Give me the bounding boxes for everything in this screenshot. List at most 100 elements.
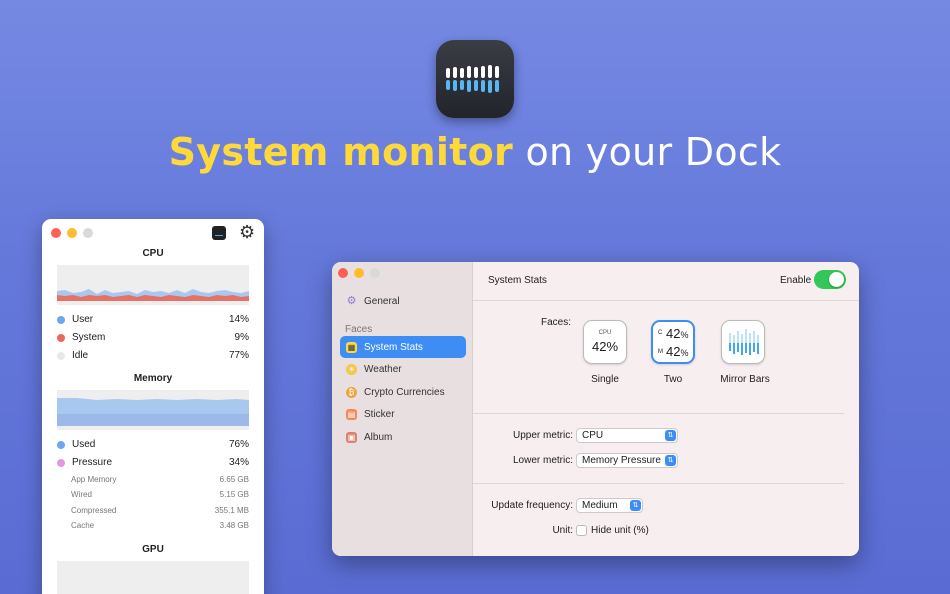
sidebar-item-weather[interactable]: ☀ Weather (340, 358, 466, 380)
c-value: 42 (666, 326, 681, 341)
memory-sub-row: Compressed 355.1 MB (71, 506, 249, 515)
bitcoin-icon: ₿ (346, 386, 357, 398)
legend-value: 9% (234, 332, 249, 343)
content-pane: System Stats Enable Faces: CPU 42% Singl… (473, 262, 859, 556)
chevron-updown-icon: ⇅ (665, 430, 676, 441)
sidebar-item-label: Weather (364, 363, 402, 375)
sub-value: 6.65 GB (219, 475, 249, 484)
memory-graph (57, 390, 249, 430)
hide-unit-label[interactable]: Hide unit (%) (591, 525, 649, 536)
headline-accent: System monitor (168, 130, 514, 174)
chart-icon: ▦ (346, 341, 357, 353)
c-unit: % (680, 330, 689, 340)
sub-label: App Memory (71, 475, 117, 484)
photo-icon: ▣ (346, 431, 357, 443)
legend-value: 14% (228, 314, 249, 325)
face-two[interactable]: C 42% M 42% (651, 320, 695, 364)
face-two-caption: Two (663, 374, 683, 385)
unit-label: Unit: (552, 525, 573, 536)
sidebar-item-general[interactable]: ⚙ General (340, 290, 466, 312)
update-frequency-select[interactable]: Medium ⇅ (576, 498, 643, 513)
sidebar-item-crypto[interactable]: ₿ Crypto Currencies (340, 381, 466, 403)
minimize-button[interactable] (67, 228, 77, 238)
sidebar-item-sticker[interactable]: ▤ Sticker (340, 403, 466, 425)
minimize-button[interactable] (354, 268, 364, 278)
gear-icon[interactable]: ⚙ (239, 223, 255, 241)
sub-value: 3.48 GB (219, 521, 249, 530)
face-single[interactable]: CPU 42% (583, 320, 627, 364)
legend-label: Idle (72, 350, 89, 361)
sidebar-item-album[interactable]: ▣ Album (340, 426, 466, 448)
m-label: M (658, 349, 663, 355)
select-value: Memory Pressure (582, 455, 661, 466)
app-icon (436, 40, 514, 118)
cpu-user-row: User 14% (57, 314, 249, 325)
close-button[interactable] (338, 268, 348, 278)
sidebar-section-label: Faces (345, 324, 373, 335)
sub-label: Wired (71, 490, 92, 499)
sidebar-item-label: System Stats (364, 341, 423, 353)
legend-label: Used (72, 439, 96, 450)
activity-icon[interactable] (212, 226, 226, 240)
legend-value: 76% (228, 439, 249, 450)
sidebar-item-label: Crypto Currencies (364, 386, 445, 398)
select-value: Medium (582, 500, 618, 511)
m-value: 42 (666, 344, 681, 359)
page-title: System Stats (488, 275, 547, 286)
bars-icon (446, 65, 499, 93)
mirror-bars-icon (729, 329, 759, 355)
gpu-graph (57, 561, 249, 594)
cpu-graph (57, 265, 249, 305)
upper-metric-label: Upper metric: (512, 430, 573, 441)
lower-metric-label: Lower metric: (512, 455, 573, 466)
memory-title: Memory (133, 373, 173, 384)
c-label: C (658, 330, 663, 336)
chevron-updown-icon: ⇅ (630, 500, 641, 511)
legend-value: 77% (228, 350, 249, 361)
section-divider (473, 483, 844, 484)
lower-metric-select[interactable]: Memory Pressure ⇅ (576, 453, 678, 468)
toggle-knob (829, 272, 844, 287)
sub-value: 5.15 GB (219, 490, 249, 499)
preferences-window: ⚙ General Faces ▦ System Stats ☀ Weather ₿ C… (332, 262, 859, 556)
sun-icon: ☀ (346, 363, 357, 375)
sub-value: 355.1 MB (214, 506, 249, 515)
face-mirror-bars[interactable] (721, 320, 765, 364)
sidebar-item-system-stats[interactable]: ▦ System Stats (340, 336, 466, 358)
m-unit: % (680, 348, 689, 358)
memory-pressure-row: Pressure 34% (57, 457, 249, 468)
gpu-title: GPU (142, 544, 164, 555)
headline: System monitor on your Dock (0, 130, 950, 174)
sticker-icon: ▤ (346, 408, 357, 420)
face-mirror-caption: Mirror Bars (720, 374, 770, 385)
gear-icon: ⚙ (346, 294, 357, 307)
zoom-button[interactable] (83, 228, 93, 238)
cpu-system-row: System 9% (57, 332, 249, 343)
zoom-button[interactable] (370, 268, 380, 278)
close-button[interactable] (51, 228, 61, 238)
update-frequency-label: Update frequency: (491, 500, 573, 511)
hide-unit-checkbox[interactable] (576, 525, 587, 536)
chevron-updown-icon: ⇅ (665, 455, 676, 466)
select-value: CPU (582, 430, 604, 441)
memory-sub-row: Cache 3.48 GB (71, 521, 249, 530)
sidebar: ⚙ General Faces ▦ System Stats ☀ Weather ₿ C… (332, 262, 473, 556)
cpu-title: CPU (142, 248, 164, 259)
enable-label: Enable (780, 275, 812, 286)
legend-label: Pressure (72, 457, 113, 468)
upper-metric-select[interactable]: CPU ⇅ (576, 428, 678, 443)
legend-label: System (72, 332, 106, 343)
headline-rest: on your Dock (513, 130, 782, 174)
header-divider (473, 300, 859, 301)
window-controls (51, 228, 93, 238)
stats-window: ⚙ CPU User 14% System 9% Idle 77% Memory Us… (42, 219, 264, 594)
enable-toggle[interactable] (814, 270, 846, 289)
face-value: 42% (591, 339, 619, 354)
sidebar-item-label: Album (364, 431, 393, 443)
section-divider (473, 413, 844, 414)
face-top-label: CPU (598, 330, 612, 336)
legend-label: User (72, 314, 94, 325)
memory-sub-row: App Memory 6.65 GB (71, 475, 249, 484)
faces-label: Faces: (541, 317, 572, 328)
window-controls (338, 268, 380, 278)
